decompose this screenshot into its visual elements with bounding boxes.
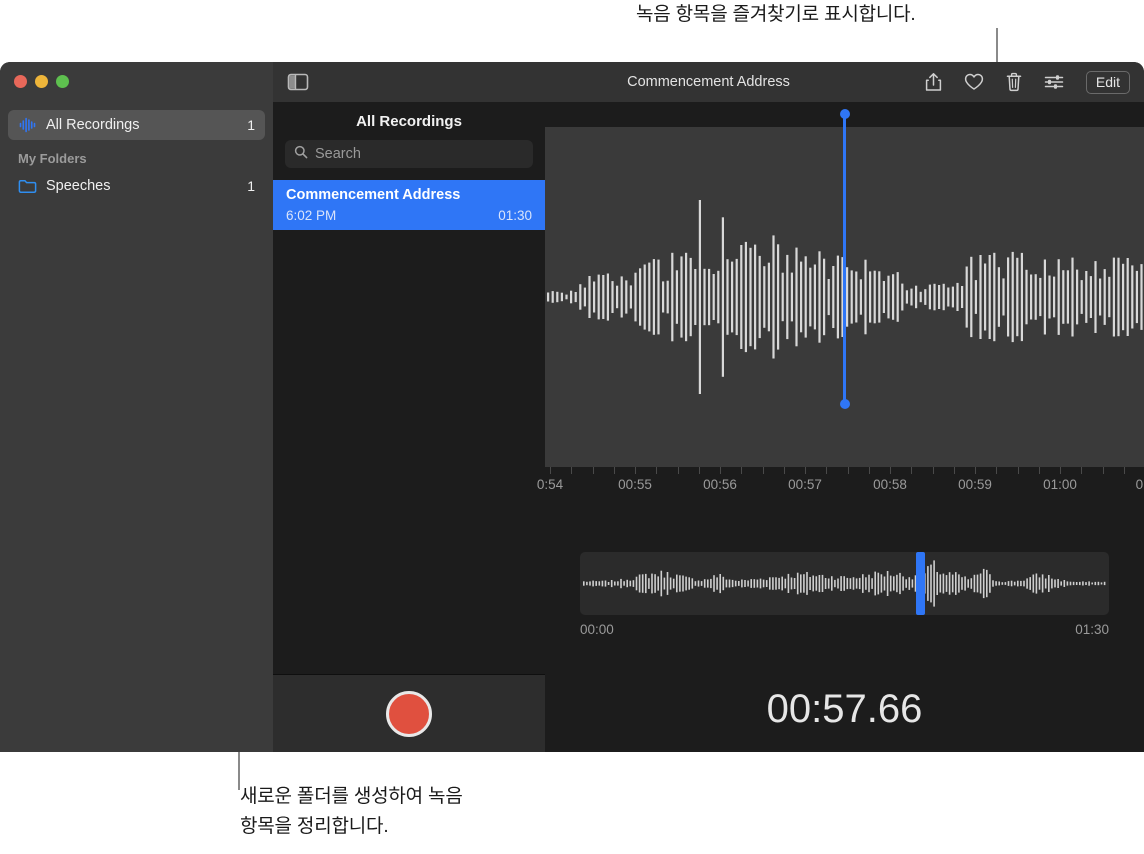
voice-memos-window: Commencement Address Edit All Recordings…	[0, 62, 1144, 752]
sidebar-item-label: Speeches	[46, 178, 111, 194]
search-icon	[294, 145, 308, 164]
ruler-tick	[869, 467, 870, 474]
ruler-label: 01:00	[1043, 477, 1077, 492]
ruler-tick	[826, 467, 827, 474]
ruler-tick	[635, 467, 636, 474]
ruler-label: 00:57	[788, 477, 822, 492]
sidebar: All Recordings 1 My Folders Speeches 1	[0, 102, 273, 752]
waveform-icon	[18, 116, 37, 134]
playhead[interactable]	[839, 109, 850, 409]
playhead-knob-bottom[interactable]	[839, 399, 850, 409]
overview-start-label: 00:00	[580, 622, 614, 637]
toolbar-actions: Edit	[924, 62, 1130, 102]
ruler-tick	[593, 467, 594, 474]
recording-title: Commencement Address	[286, 187, 461, 203]
window-controls	[14, 75, 69, 88]
ruler-tick	[678, 467, 679, 474]
overview-playhead[interactable]	[916, 552, 925, 615]
sidebar-item-count: 1	[247, 117, 255, 133]
heart-icon[interactable]	[964, 71, 984, 93]
ruler-tick	[763, 467, 764, 474]
ruler-label: 00:58	[873, 477, 907, 492]
share-icon[interactable]	[924, 71, 944, 93]
ruler-tick	[975, 467, 976, 474]
trash-icon[interactable]	[1004, 71, 1024, 93]
record-zone	[273, 674, 545, 752]
ruler-tick	[996, 467, 997, 474]
ruler-tick	[571, 467, 572, 474]
screenshot-root: 녹음 항목을 즐겨찾기로 표시합니다. 새로운 폴더를 생성하여 녹음 항목을 …	[0, 0, 1144, 854]
ruler-label: 00:55	[618, 477, 652, 492]
ruler-tick	[699, 467, 700, 474]
recording-duration: 01:30	[498, 208, 532, 223]
ruler-tick	[1018, 467, 1019, 474]
recording-time: 6:02 PM	[286, 208, 337, 223]
ruler-tick	[805, 467, 806, 474]
overview-end-label: 01:30	[1075, 622, 1109, 637]
ruler-tick	[1060, 467, 1061, 474]
edit-button[interactable]: Edit	[1085, 70, 1130, 94]
overview-wrapper: 00:00 01:30	[580, 552, 1109, 637]
ruler-label: 00:56	[703, 477, 737, 492]
callout-new-folder-text: 새로운 폴더를 생성하여 녹음 항목을 정리합니다.	[240, 786, 463, 837]
ruler-tick	[933, 467, 934, 474]
recordings-list-panel: All Recordings Commencement Address 6:02…	[273, 102, 545, 752]
sidebar-item-count: 1	[247, 178, 255, 194]
ruler-tick	[784, 467, 785, 474]
callout-favorite-text: 녹음 항목을 즐겨찾기로 표시합니다.	[636, 4, 916, 25]
ruler-tick	[1124, 467, 1125, 474]
sidebar-section-label: My Folders	[18, 151, 87, 166]
ruler-tick	[911, 467, 912, 474]
overview-waveform-svg	[583, 560, 1106, 607]
ruler-tick	[1081, 467, 1082, 474]
timecode-display: 00:57.66	[766, 687, 923, 731]
playhead-knob-top[interactable]	[839, 109, 850, 119]
sliders-icon[interactable]	[1044, 71, 1064, 93]
ruler-tick	[1039, 467, 1040, 474]
close-button[interactable]	[14, 75, 27, 88]
search-input[interactable]	[315, 146, 524, 162]
zoom-button[interactable]	[56, 75, 69, 88]
ruler-tick	[954, 467, 955, 474]
folder-icon	[18, 177, 37, 195]
ruler-label: 0:54	[536, 477, 564, 492]
detail-panel: 0:54 00:55 00:56 00:57 00:58 00:59 01:00 01: 00…	[537, 102, 1144, 752]
ruler-tick	[614, 467, 615, 474]
ruler-tick	[741, 467, 742, 474]
ruler-label: 01:	[1135, 477, 1144, 492]
time-ruler[interactable]: 0:54 00:55 00:56 00:57 00:58 00:59 01:00 01:	[537, 467, 1144, 505]
list-item[interactable]: Commencement Address 6:02 PM 01:30	[273, 180, 545, 230]
toolbar: Commencement Address Edit	[0, 62, 1144, 102]
list-header-title: All Recordings	[356, 112, 462, 130]
ruler-label: 00:59	[958, 477, 992, 492]
sidebar-item-all-recordings[interactable]: All Recordings 1	[8, 110, 265, 140]
record-button[interactable]	[386, 690, 432, 737]
overview-waveform[interactable]	[580, 552, 1109, 615]
ruler-tick	[550, 467, 551, 474]
sidebar-item-speeches[interactable]: Speeches 1	[8, 171, 265, 201]
search-box[interactable]	[285, 140, 533, 168]
search-wrapper	[273, 140, 545, 168]
ruler-tick	[656, 467, 657, 474]
ruler-tick	[848, 467, 849, 474]
minimize-button[interactable]	[35, 75, 48, 88]
ruler-tick	[1103, 467, 1104, 474]
ruler-tick	[720, 467, 721, 474]
ruler-tick	[890, 467, 891, 474]
sidebar-item-label: All Recordings	[46, 117, 140, 133]
